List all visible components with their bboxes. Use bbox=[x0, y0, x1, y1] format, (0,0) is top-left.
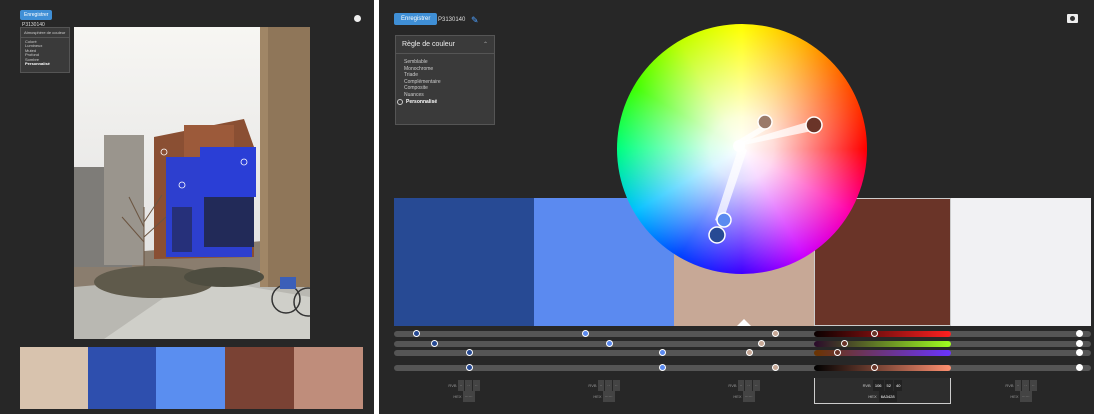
rule-item[interactable]: Complémentaire bbox=[404, 79, 486, 86]
slider-knob[interactable] bbox=[431, 340, 438, 347]
rule-menu-title: Règle de couleur bbox=[402, 41, 455, 48]
color-rule-menu: Règle de couleur ⌃ Semblable Monochrome … bbox=[395, 35, 495, 125]
radio-icon bbox=[397, 98, 403, 105]
mood-menu-title: Atmosphère de couleur bbox=[24, 30, 66, 35]
collapse-icon[interactable]: ⌃ bbox=[483, 41, 488, 48]
slider-knob[interactable] bbox=[772, 330, 779, 337]
values-color-1: RVB ·· ·· ·· HEX ······ bbox=[394, 378, 534, 406]
green-channel-slider[interactable] bbox=[814, 340, 951, 347]
hex-field[interactable]: 6A3428 bbox=[878, 391, 897, 402]
save-button-left[interactable]: Enregistrer bbox=[20, 10, 53, 20]
values-color-5: RVB ·· ·· ·· HEX ······ bbox=[951, 378, 1091, 406]
rule-item[interactable]: Composite bbox=[404, 85, 486, 92]
rule-item[interactable]: Nuances bbox=[404, 92, 486, 99]
camera-icon-left[interactable] bbox=[354, 15, 361, 22]
swatch-1[interactable] bbox=[20, 347, 88, 409]
swatch-4[interactable] bbox=[225, 347, 294, 409]
base-color-marker-icon bbox=[737, 319, 751, 326]
left-panel: Enregistrer P3130140 Atmosphère de coule… bbox=[0, 0, 374, 414]
rule-menu-header[interactable]: Règle de couleur ⌃ bbox=[396, 36, 494, 54]
slider-knob[interactable] bbox=[1076, 340, 1083, 347]
slider-knob[interactable] bbox=[871, 330, 878, 337]
blue-channel-slider[interactable] bbox=[814, 349, 951, 356]
rule-list: Semblable Monochrome Triade Complémentai… bbox=[396, 54, 494, 110]
b-field[interactable]: 40 bbox=[893, 380, 903, 391]
values-color-2: RVB ·· ·· ·· HEX ······ bbox=[534, 378, 674, 406]
slider-knob[interactable] bbox=[758, 340, 765, 347]
swatch-3[interactable] bbox=[156, 347, 225, 409]
slider-knob[interactable] bbox=[606, 340, 613, 347]
slider-knob[interactable] bbox=[413, 330, 420, 337]
values-color-3: RVB ·· ·· ·· HEX ······ bbox=[674, 378, 814, 406]
slider-knob[interactable] bbox=[772, 364, 779, 371]
save-button[interactable]: Enregistrer bbox=[394, 13, 438, 25]
swatch-color-1[interactable] bbox=[394, 198, 534, 326]
slider-knob[interactable] bbox=[834, 349, 841, 356]
r-field[interactable]: 106 bbox=[872, 380, 884, 391]
g-field[interactable]: 52 bbox=[884, 380, 893, 391]
rvb-label: RVB bbox=[862, 383, 871, 388]
hex-label: HEX bbox=[868, 394, 877, 399]
slider-row-4[interactable] bbox=[394, 364, 1091, 371]
color-wheel[interactable] bbox=[617, 24, 867, 274]
slider-knob[interactable] bbox=[659, 349, 666, 356]
mood-item-selected[interactable]: Personnalisé bbox=[25, 61, 65, 66]
camera-lens-icon bbox=[1070, 16, 1075, 21]
slider-knob[interactable] bbox=[466, 349, 473, 356]
slider-knob[interactable] bbox=[841, 340, 848, 347]
rule-item[interactable]: Monochrome bbox=[404, 66, 486, 73]
slider-knob[interactable] bbox=[659, 364, 666, 371]
rule-item[interactable]: Triade bbox=[404, 72, 486, 79]
image-title: P3130140 bbox=[438, 17, 466, 23]
slider-knob[interactable] bbox=[1076, 364, 1083, 371]
brightness-slider[interactable] bbox=[814, 364, 951, 371]
swatch-color-5[interactable] bbox=[951, 198, 1091, 326]
red-channel-slider[interactable] bbox=[814, 330, 951, 337]
slider-row-3[interactable] bbox=[394, 349, 1091, 356]
slider-row-2[interactable] bbox=[394, 340, 1091, 347]
source-photo bbox=[74, 27, 310, 339]
slider-knob[interactable] bbox=[1076, 330, 1083, 337]
wheel-handles bbox=[708, 114, 823, 244]
swatch-2[interactable] bbox=[88, 347, 156, 409]
slider-knob[interactable] bbox=[746, 349, 753, 356]
rule-item-selected[interactable]: Personnalisé bbox=[397, 99, 486, 106]
mood-menu: Atmosphère de couleur Coloré Lumineux Mu… bbox=[20, 27, 70, 73]
rule-item[interactable]: Semblable bbox=[404, 59, 486, 66]
mood-menu-header[interactable]: Atmosphère de couleur bbox=[21, 28, 69, 38]
slider-knob[interactable] bbox=[1076, 349, 1083, 356]
mood-list: Coloré Lumineux Muted Profond Sombre Per… bbox=[21, 38, 69, 68]
values-color-4-active: RVB 106 52 40 HEX 6A3428 bbox=[814, 378, 951, 404]
swatch-5[interactable] bbox=[294, 347, 363, 409]
camera-icon[interactable] bbox=[1067, 14, 1078, 23]
pencil-icon[interactable]: ✎ bbox=[471, 15, 479, 26]
slider-knob[interactable] bbox=[582, 330, 589, 337]
slider-knob[interactable] bbox=[466, 364, 473, 371]
right-panel: Enregistrer P3130140 ✎ Règle de couleur … bbox=[379, 0, 1094, 414]
slider-knob[interactable] bbox=[871, 364, 878, 371]
slider-row-1[interactable] bbox=[394, 330, 1091, 337]
